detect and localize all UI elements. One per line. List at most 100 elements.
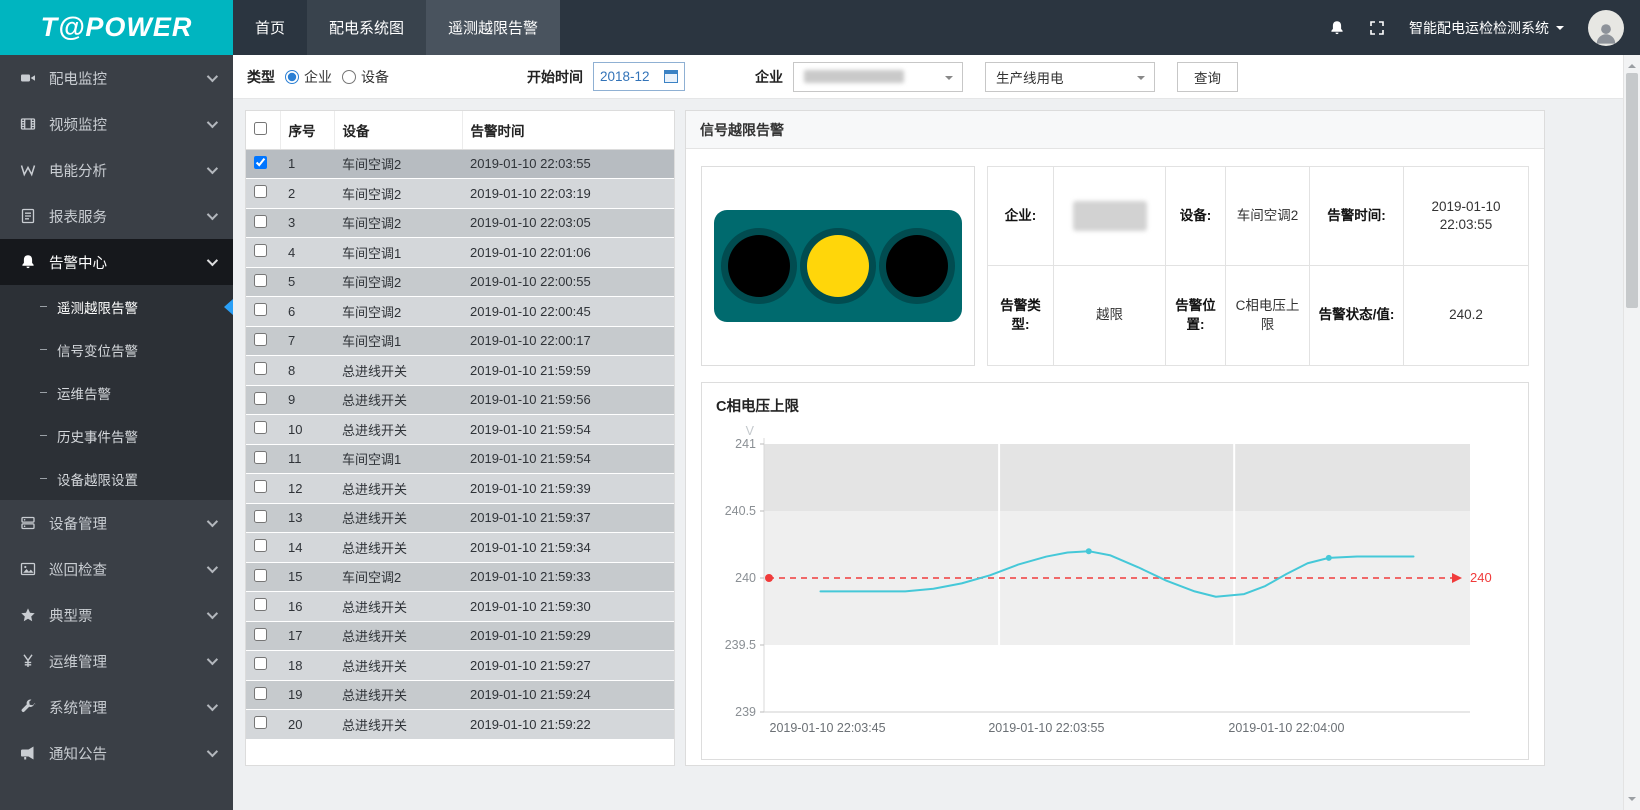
row-checkbox[interactable] [254, 480, 267, 493]
sidebar-item[interactable]: 告警中心 [0, 239, 233, 285]
bell-icon[interactable] [1329, 20, 1345, 36]
device-icon [20, 515, 36, 531]
table-row[interactable]: 7车间空调12019-01-10 22:00:17 [246, 326, 674, 356]
sidebar-item[interactable]: 运维管理 [0, 638, 233, 684]
table-row[interactable]: 17总进线开关2019-01-10 21:59:29 [246, 621, 674, 651]
table-row[interactable]: 1车间空调22019-01-10 22:03:55 [246, 149, 674, 179]
voltage-line-chart: 241240.5240239.5239V2019-01-10 22:03:452… [716, 420, 1534, 750]
svg-text:241: 241 [735, 437, 756, 451]
row-checkbox[interactable] [254, 510, 267, 523]
sidebar-item-label: 通知公告 [49, 743, 107, 764]
row-checkbox[interactable] [254, 569, 267, 582]
nav-tab[interactable]: 遥测越限告警 [426, 0, 560, 55]
radio-enterprise[interactable]: 企业 [285, 67, 332, 87]
row-checkbox[interactable] [254, 687, 267, 700]
row-checkbox[interactable] [254, 156, 267, 169]
table-row[interactable]: 11车间空调12019-01-10 21:59:54 [246, 444, 674, 474]
table-cell: 2019-01-10 21:59:24 [462, 680, 674, 710]
table-row[interactable]: 2车间空调22019-01-10 22:03:19 [246, 179, 674, 209]
table-cell: 11 [280, 444, 334, 474]
row-checkbox[interactable] [254, 185, 267, 198]
row-checkbox[interactable] [254, 598, 267, 611]
system-menu[interactable]: 智能配电运检检测系统 [1409, 18, 1564, 38]
nav-tab[interactable]: 首页 [233, 0, 307, 55]
row-checkbox[interactable] [254, 392, 267, 405]
sidebar-item[interactable]: 通知公告 [0, 730, 233, 776]
svg-text:239: 239 [735, 705, 756, 719]
query-button[interactable]: 查询 [1177, 62, 1238, 92]
scroll-up-icon[interactable] [1628, 60, 1636, 68]
radio-device-input[interactable] [342, 70, 356, 84]
row-checkbox[interactable] [254, 421, 267, 434]
row-checkbox[interactable] [254, 303, 267, 316]
sidebar-item[interactable]: 配电监控 [0, 55, 233, 101]
start-time-input[interactable] [600, 69, 658, 84]
row-checkbox[interactable] [254, 362, 267, 375]
table-row[interactable]: 4车间空调12019-01-10 22:01:06 [246, 238, 674, 268]
start-time-field [593, 62, 685, 91]
calendar-icon[interactable] [664, 70, 678, 83]
fullscreen-icon[interactable] [1369, 20, 1385, 36]
enterprise-select[interactable] [793, 62, 963, 92]
scroll-down-icon[interactable] [1628, 797, 1636, 805]
row-checkbox[interactable] [254, 539, 267, 552]
table-cell: 2019-01-10 22:03:55 [462, 149, 674, 179]
signal-alarm-panel: 信号越限告警 企业:设备:车间空调2告警时间:2019-01-10 22:03:… [685, 110, 1545, 766]
row-checkbox[interactable] [254, 657, 267, 670]
table-row[interactable]: 19总进线开关2019-01-10 21:59:24 [246, 680, 674, 710]
row-checkbox[interactable] [254, 716, 267, 729]
row-checkbox[interactable] [254, 451, 267, 464]
table-cell: 2019-01-10 21:59:37 [462, 503, 674, 533]
table-row[interactable]: 10总进线开关2019-01-10 21:59:54 [246, 415, 674, 445]
sidebar-item[interactable]: 报表服务 [0, 193, 233, 239]
table-row[interactable]: 16总进线开关2019-01-10 21:59:30 [246, 592, 674, 622]
nav-tab[interactable]: 配电系统图 [307, 0, 426, 55]
table-row[interactable]: 8总进线开关2019-01-10 21:59:59 [246, 356, 674, 386]
table-cell: 总进线开关 [334, 474, 462, 504]
table-row[interactable]: 12总进线开关2019-01-10 21:59:39 [246, 474, 674, 504]
sidebar-item-label: 设备管理 [49, 513, 107, 534]
sidebar-item[interactable]: 视频监控 [0, 101, 233, 147]
table-cell: 车间空调2 [334, 208, 462, 238]
table-cell: 车间空调1 [334, 238, 462, 268]
table-row[interactable]: 20总进线开关2019-01-10 21:59:22 [246, 710, 674, 740]
scrollbar-thumb[interactable] [1626, 73, 1638, 308]
table-row[interactable]: 18总进线开关2019-01-10 21:59:27 [246, 651, 674, 681]
table-row[interactable]: 13总进线开关2019-01-10 21:59:37 [246, 503, 674, 533]
sidebar-subitem[interactable]: 运维告警 [0, 371, 233, 414]
row-checkbox[interactable] [254, 333, 267, 346]
table-cell: 2019-01-10 22:00:55 [462, 267, 674, 297]
sidebar-item[interactable]: 巡回检查 [0, 546, 233, 592]
row-checkbox[interactable] [254, 274, 267, 287]
line-select[interactable]: 生产线用电 [985, 62, 1155, 92]
table-row[interactable]: 9总进线开关2019-01-10 21:59:56 [246, 385, 674, 415]
top-nav: 首页配电系统图遥测越限告警 [233, 0, 560, 55]
sidebar-item[interactable]: 典型票 [0, 592, 233, 638]
row-checkbox[interactable] [254, 628, 267, 641]
table-row[interactable]: 14总进线开关2019-01-10 21:59:34 [246, 533, 674, 563]
sidebar-subitem[interactable]: 历史事件告警 [0, 414, 233, 457]
table-cell: 总进线开关 [334, 533, 462, 563]
sidebar-item[interactable]: 电能分析 [0, 147, 233, 193]
table-row[interactable]: 15车间空调22019-01-10 21:59:33 [246, 562, 674, 592]
sidebar-subitem[interactable]: 遥测越限告警 [0, 285, 233, 328]
select-all-checkbox[interactable] [254, 122, 267, 135]
camera-icon [20, 70, 36, 86]
radio-enterprise-input[interactable] [285, 70, 299, 84]
sidebar-item[interactable]: 设备管理 [0, 500, 233, 546]
table-row[interactable]: 5车间空调22019-01-10 22:00:55 [246, 267, 674, 297]
table-cell: 总进线开关 [334, 651, 462, 681]
table-row[interactable]: 6车间空调22019-01-10 22:00:45 [246, 297, 674, 327]
type-label: 类型 [247, 67, 275, 87]
sidebar-item-label: 巡回检查 [49, 559, 107, 580]
table-row[interactable]: 3车间空调22019-01-10 22:03:05 [246, 208, 674, 238]
table-cell: 6 [280, 297, 334, 327]
row-checkbox[interactable] [254, 244, 267, 257]
radio-device[interactable]: 设备 [342, 67, 389, 87]
sidebar-item[interactable]: 系统管理 [0, 684, 233, 730]
sidebar-subitem[interactable]: 设备越限设置 [0, 457, 233, 500]
sidebar-subitem[interactable]: 信号变位告警 [0, 328, 233, 371]
avatar[interactable] [1588, 10, 1624, 46]
row-checkbox[interactable] [254, 215, 267, 228]
table-cell: 总进线开关 [334, 592, 462, 622]
